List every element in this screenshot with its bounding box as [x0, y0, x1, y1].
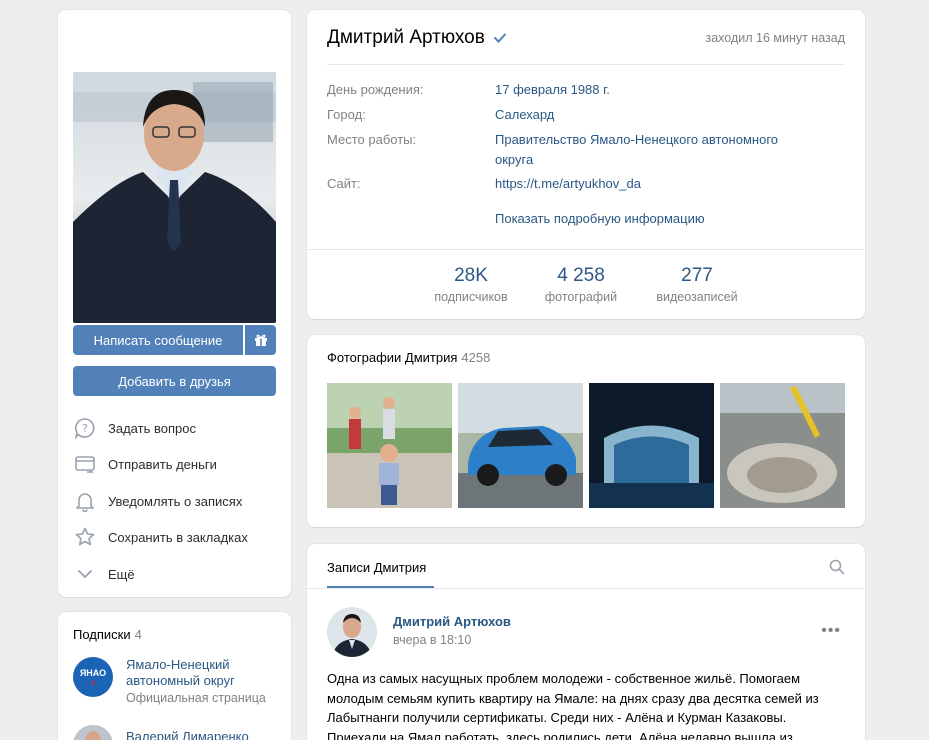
- post-text: Одна из самых насущных проблем молодежи …: [327, 671, 819, 740]
- stat-photos[interactable]: 4 258 фотографий: [536, 265, 626, 307]
- stat-number: 28K: [454, 265, 488, 286]
- gift-button[interactable]: [245, 325, 276, 355]
- gift-icon: [254, 334, 267, 346]
- subscription-desc: Официальная страница: [126, 691, 266, 705]
- subscriptions-header[interactable]: Подписки 4: [73, 627, 142, 642]
- yanao-logo-text: ЯНАО: [79, 667, 107, 678]
- profile-avatar[interactable]: [73, 72, 276, 323]
- photos-title: Фотографии Дмитрия: [327, 350, 458, 365]
- send-money-action[interactable]: Отправить деньги: [73, 451, 217, 477]
- stat-label: подписчиков: [434, 290, 508, 304]
- subscription-avatar: [73, 725, 113, 740]
- add-friend-button[interactable]: Добавить в друзья: [73, 366, 276, 396]
- z-mark-icon: z: [91, 677, 95, 687]
- subscription-item[interactable]: Валерий Лимаренко: [73, 725, 249, 740]
- wall-card: Записи Дмитрия Дмитрий Артюхов вчера в 1…: [307, 544, 865, 740]
- svg-text:?: ?: [82, 422, 88, 435]
- divider: [327, 64, 845, 65]
- send-message-button[interactable]: Написать сообщение: [73, 325, 243, 355]
- photos-card: Фотографии Дмитрия 4258: [307, 335, 865, 527]
- chevron-down-icon: [73, 562, 97, 586]
- subscriptions-count: 4: [134, 627, 142, 642]
- photo-thumbnail[interactable]: [327, 383, 452, 508]
- question-bubble-icon: ?: [73, 416, 97, 440]
- info-key: Город:: [327, 107, 366, 122]
- stat-number: 4 258: [557, 265, 605, 286]
- profile-name: Дмитрий Артюхов: [327, 27, 506, 49]
- show-more-info-link[interactable]: Показать подробную информацию: [495, 211, 705, 226]
- stat-videos[interactable]: 277 видеозаписей: [644, 265, 750, 307]
- profile-name-text: Дмитрий Артюхов: [327, 27, 485, 48]
- more-actions[interactable]: Ещё: [73, 561, 135, 587]
- info-key: Сайт:: [327, 176, 361, 191]
- yanao-logo: ЯНАО z: [73, 657, 113, 697]
- post-author-avatar[interactable]: [327, 607, 377, 657]
- stat-label: видеозаписей: [656, 290, 738, 304]
- info-value[interactable]: Салехард: [495, 105, 815, 125]
- notify-posts-action[interactable]: Уведомлять о записях: [73, 488, 242, 514]
- ask-question-action[interactable]: ? Задать вопрос: [73, 415, 196, 441]
- subscriptions-card: Подписки 4 ЯНАО z Ямало-Ненецкий автономн…: [58, 612, 291, 740]
- profile-info-card: Дмитрий Артюхов заходил 16 минут назад Д…: [307, 10, 865, 319]
- money-transfer-icon: [73, 452, 97, 476]
- bell-icon: [73, 489, 97, 513]
- subscription-name[interactable]: Ямало-Ненецкий автономный округ: [126, 657, 266, 689]
- search-icon[interactable]: [829, 559, 845, 578]
- info-value[interactable]: Правительство Ямало-Ненецкого автономног…: [495, 130, 805, 170]
- divider: [307, 588, 865, 589]
- info-row-birthday: День рождения: 17 февраля 1988 г.: [327, 80, 845, 100]
- post-author-name[interactable]: Дмитрий Артюхов: [393, 614, 511, 629]
- tab-wall-posts[interactable]: Записи Дмитрия: [327, 560, 426, 575]
- subscription-name[interactable]: Валерий Лимаренко: [126, 729, 249, 740]
- divider: [307, 249, 865, 250]
- photos-header[interactable]: Фотографии Дмитрия 4258: [327, 350, 490, 365]
- action-label: Задать вопрос: [108, 420, 196, 436]
- photo-thumbnail[interactable]: [458, 383, 583, 508]
- info-key: Место работы:: [327, 132, 417, 147]
- info-row-site: Сайт: https://t.me/artyukhov_da: [327, 174, 845, 194]
- profile-left-card: Написать сообщение Добавить в друзья ? З…: [58, 10, 291, 597]
- star-icon: [73, 525, 97, 549]
- photos-count: 4258: [461, 350, 491, 365]
- post-timestamp[interactable]: вчера в 18:10: [393, 633, 471, 647]
- stat-followers[interactable]: 28K подписчиков: [423, 265, 519, 307]
- last-seen-status: заходил 16 минут назад: [705, 31, 845, 45]
- action-label: Сохранить в закладках: [108, 529, 248, 545]
- more-options-icon[interactable]: •••: [821, 622, 841, 640]
- save-bookmark-action[interactable]: Сохранить в закладках: [73, 524, 248, 550]
- photo-thumbnail[interactable]: [720, 383, 845, 508]
- info-row-work: Место работы: Правительство Ямало-Ненецк…: [327, 130, 845, 170]
- subscription-item[interactable]: ЯНАО z Ямало-Ненецкий автономный округ О…: [73, 657, 266, 707]
- stat-number: 277: [681, 265, 713, 286]
- action-label: Ещё: [108, 566, 135, 582]
- info-value[interactable]: https://t.me/artyukhov_da: [495, 174, 815, 194]
- info-value[interactable]: 17 февраля 1988 г.: [495, 80, 815, 100]
- verified-check-icon[interactable]: [493, 30, 506, 46]
- stat-label: фотографий: [544, 290, 618, 304]
- subscriptions-title: Подписки: [73, 627, 131, 642]
- action-label: Уведомлять о записях: [108, 493, 243, 509]
- photo-thumbnail[interactable]: [589, 383, 714, 508]
- info-row-city: Город: Салехард: [327, 105, 845, 125]
- action-label: Отправить деньги: [108, 456, 217, 472]
- info-key: День рождения:: [327, 82, 424, 97]
